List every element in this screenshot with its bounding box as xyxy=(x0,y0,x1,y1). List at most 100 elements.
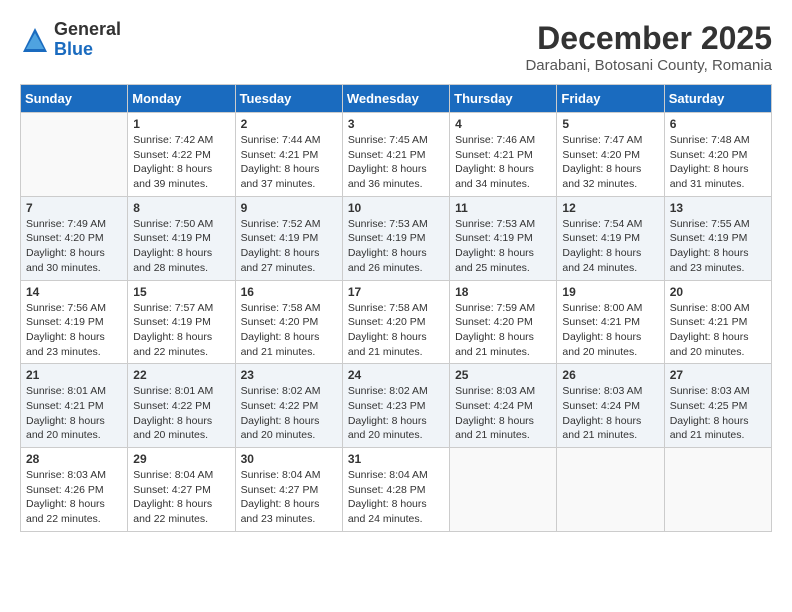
day-number: 3 xyxy=(348,117,444,131)
day-number: 25 xyxy=(455,368,551,382)
calendar-header-row: SundayMondayTuesdayWednesdayThursdayFrid… xyxy=(21,85,772,113)
calendar-cell: 4Sunrise: 7:46 AMSunset: 4:21 PMDaylight… xyxy=(450,113,557,197)
day-number: 17 xyxy=(348,285,444,299)
calendar-cell: 28 Sunrise: 8:03 AMSunset: 4:26 PMDayligh… xyxy=(21,448,128,532)
day-number: 20 xyxy=(670,285,766,299)
day-info: Sunrise: 8:04 AMSunset: 4:27 PMDaylight:… xyxy=(133,468,229,527)
calendar-cell: 31 Sunrise: 8:04 AMSunset: 4:28 PMDayligh… xyxy=(342,448,449,532)
day-number: 24 xyxy=(348,368,444,382)
logo-icon xyxy=(20,25,50,55)
day-number: 7 xyxy=(26,201,122,215)
day-number: 1 xyxy=(133,117,229,131)
day-number: 18 xyxy=(455,285,551,299)
calendar-cell: 22 Sunrise: 8:01 AMSunset: 4:22 PMDayligh… xyxy=(128,364,235,448)
calendar-cell: 9 Sunrise: 7:52 AMSunset: 4:19 PMDaylight… xyxy=(235,196,342,280)
calendar-cell: 18 Sunrise: 7:59 AMSunset: 4:20 PMDayligh… xyxy=(450,280,557,364)
day-info: Sunrise: 7:58 AMSunset: 4:20 PMDaylight:… xyxy=(348,301,444,360)
day-info: Sunrise: 8:01 AMSunset: 4:21 PMDaylight:… xyxy=(26,384,122,443)
day-number: 27 xyxy=(670,368,766,382)
weekday-header: Thursday xyxy=(450,85,557,113)
day-info: Sunrise: 7:53 AMSunset: 4:19 PMDaylight:… xyxy=(348,217,444,276)
day-number: 5 xyxy=(562,117,658,131)
day-info: Sunrise: 7:45 AMSunset: 4:21 PMDaylight:… xyxy=(348,133,444,192)
day-number: 2 xyxy=(241,117,337,131)
day-number: 9 xyxy=(241,201,337,215)
logo-general-text: General xyxy=(54,20,121,40)
calendar-cell: 21Sunrise: 8:01 AMSunset: 4:21 PMDayligh… xyxy=(21,364,128,448)
day-number: 19 xyxy=(562,285,658,299)
location-subtitle: Darabani, Botosani County, Romania xyxy=(525,57,772,74)
calendar-cell: 7 Sunrise: 7:49 AMSunset: 4:20 PMDaylight… xyxy=(21,196,128,280)
logo: General Blue xyxy=(20,20,121,60)
calendar-cell: 16 Sunrise: 7:58 AMSunset: 4:20 PMDayligh… xyxy=(235,280,342,364)
weekday-header: Tuesday xyxy=(235,85,342,113)
day-info: Sunrise: 8:01 AMSunset: 4:22 PMDaylight:… xyxy=(133,384,229,443)
calendar-cell: 12 Sunrise: 7:54 AMSunset: 4:19 PMDayligh… xyxy=(557,196,664,280)
weekday-header: Friday xyxy=(557,85,664,113)
day-info: Sunrise: 8:00 AMSunset: 4:21 PMDaylight:… xyxy=(562,301,658,360)
calendar-cell: 13Sunrise: 7:55 AMSunset: 4:19 PMDayligh… xyxy=(664,196,771,280)
day-info: Sunrise: 8:03 AMSunset: 4:24 PMDaylight:… xyxy=(562,384,658,443)
calendar-cell xyxy=(450,448,557,532)
calendar-cell: 25Sunrise: 8:03 AMSunset: 4:24 PMDayligh… xyxy=(450,364,557,448)
day-info: Sunrise: 8:04 AMSunset: 4:28 PMDaylight:… xyxy=(348,468,444,527)
day-info: Sunrise: 8:04 AMSunset: 4:27 PMDaylight:… xyxy=(241,468,337,527)
logo-blue-text: Blue xyxy=(54,40,121,60)
calendar-cell: 6 Sunrise: 7:48 AMSunset: 4:20 PMDaylight… xyxy=(664,113,771,197)
day-number: 6 xyxy=(670,117,766,131)
calendar-cell: 2 Sunrise: 7:44 AMSunset: 4:21 PMDaylight… xyxy=(235,113,342,197)
calendar-cell xyxy=(664,448,771,532)
day-number: 31 xyxy=(348,452,444,466)
calendar-week-row: 14Sunrise: 7:56 AMSunset: 4:19 PMDayligh… xyxy=(21,280,772,364)
day-number: 15 xyxy=(133,285,229,299)
day-number: 16 xyxy=(241,285,337,299)
day-info: Sunrise: 7:54 AMSunset: 4:19 PMDaylight:… xyxy=(562,217,658,276)
weekday-header: Wednesday xyxy=(342,85,449,113)
calendar-cell: 27 Sunrise: 8:03 AMSunset: 4:25 PMDayligh… xyxy=(664,364,771,448)
day-number: 22 xyxy=(133,368,229,382)
calendar-cell: 14Sunrise: 7:56 AMSunset: 4:19 PMDayligh… xyxy=(21,280,128,364)
calendar-cell: 1Sunrise: 7:42 AMSunset: 4:22 PMDaylight… xyxy=(128,113,235,197)
day-info: Sunrise: 7:49 AMSunset: 4:20 PMDaylight:… xyxy=(26,217,122,276)
calendar-week-row: 28 Sunrise: 8:03 AMSunset: 4:26 PMDayligh… xyxy=(21,448,772,532)
day-info: Sunrise: 7:48 AMSunset: 4:20 PMDaylight:… xyxy=(670,133,766,192)
day-info: Sunrise: 7:59 AMSunset: 4:20 PMDaylight:… xyxy=(455,301,551,360)
calendar-cell: 19 Sunrise: 8:00 AMSunset: 4:21 PMDayligh… xyxy=(557,280,664,364)
day-info: Sunrise: 8:03 AMSunset: 4:25 PMDaylight:… xyxy=(670,384,766,443)
calendar-cell: 5 Sunrise: 7:47 AMSunset: 4:20 PMDaylight… xyxy=(557,113,664,197)
calendar-cell: 20 Sunrise: 8:00 AMSunset: 4:21 PMDayligh… xyxy=(664,280,771,364)
weekday-header: Sunday xyxy=(21,85,128,113)
weekday-header: Monday xyxy=(128,85,235,113)
calendar-cell: 24Sunrise: 8:02 AMSunset: 4:23 PMDayligh… xyxy=(342,364,449,448)
day-number: 12 xyxy=(562,201,658,215)
day-info: Sunrise: 7:46 AMSunset: 4:21 PMDaylight:… xyxy=(455,133,551,192)
calendar-cell: 17 Sunrise: 7:58 AMSunset: 4:20 PMDayligh… xyxy=(342,280,449,364)
day-number: 10 xyxy=(348,201,444,215)
day-info: Sunrise: 7:47 AMSunset: 4:20 PMDaylight:… xyxy=(562,133,658,192)
day-number: 30 xyxy=(241,452,337,466)
day-number: 23 xyxy=(241,368,337,382)
calendar-week-row: 7 Sunrise: 7:49 AMSunset: 4:20 PMDaylight… xyxy=(21,196,772,280)
day-number: 13 xyxy=(670,201,766,215)
day-info: Sunrise: 8:03 AMSunset: 4:26 PMDaylight:… xyxy=(26,468,122,527)
calendar-cell: 10 Sunrise: 7:53 AMSunset: 4:19 PMDayligh… xyxy=(342,196,449,280)
calendar-cell: 23 Sunrise: 8:02 AMSunset: 4:22 PMDayligh… xyxy=(235,364,342,448)
weekday-header: Saturday xyxy=(664,85,771,113)
day-info: Sunrise: 8:02 AMSunset: 4:22 PMDaylight:… xyxy=(241,384,337,443)
day-number: 28 xyxy=(26,452,122,466)
month-year-title: December 2025 xyxy=(525,20,772,57)
calendar-cell: 11Sunrise: 7:53 AMSunset: 4:19 PMDayligh… xyxy=(450,196,557,280)
day-info: Sunrise: 8:00 AMSunset: 4:21 PMDaylight:… xyxy=(670,301,766,360)
day-info: Sunrise: 7:44 AMSunset: 4:21 PMDaylight:… xyxy=(241,133,337,192)
day-info: Sunrise: 7:56 AMSunset: 4:19 PMDaylight:… xyxy=(26,301,122,360)
day-info: Sunrise: 7:58 AMSunset: 4:20 PMDaylight:… xyxy=(241,301,337,360)
calendar-cell: 8Sunrise: 7:50 AMSunset: 4:19 PMDaylight… xyxy=(128,196,235,280)
calendar-cell: 26Sunrise: 8:03 AMSunset: 4:24 PMDayligh… xyxy=(557,364,664,448)
day-info: Sunrise: 7:52 AMSunset: 4:19 PMDaylight:… xyxy=(241,217,337,276)
day-info: Sunrise: 7:57 AMSunset: 4:19 PMDaylight:… xyxy=(133,301,229,360)
day-info: Sunrise: 7:50 AMSunset: 4:19 PMDaylight:… xyxy=(133,217,229,276)
page-header: General Blue December 2025 Darabani, Bot… xyxy=(20,20,772,74)
calendar-cell: 30 Sunrise: 8:04 AMSunset: 4:27 PMDayligh… xyxy=(235,448,342,532)
calendar-week-row: 21Sunrise: 8:01 AMSunset: 4:21 PMDayligh… xyxy=(21,364,772,448)
calendar-cell: 29Sunrise: 8:04 AMSunset: 4:27 PMDayligh… xyxy=(128,448,235,532)
